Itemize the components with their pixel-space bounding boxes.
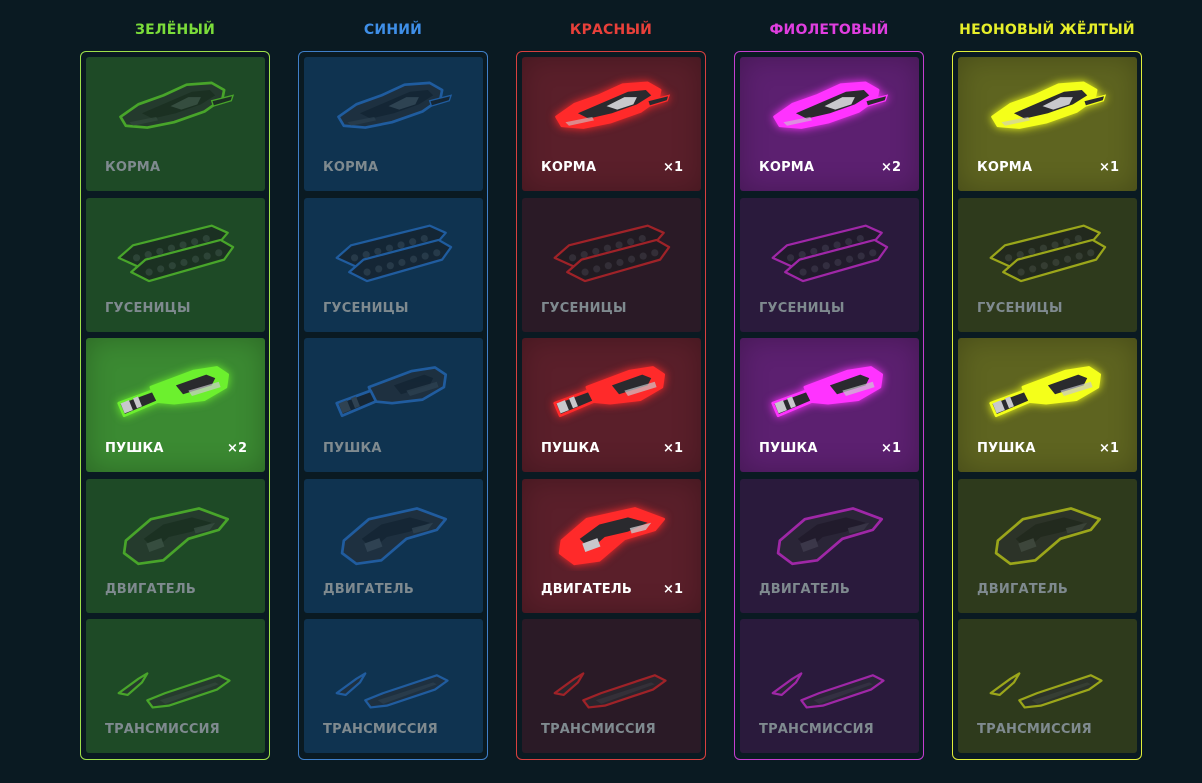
hull-icon bbox=[758, 65, 900, 149]
part-card-transmission[interactable]: ТРАНСМИССИЯ bbox=[958, 619, 1137, 753]
engine-icon bbox=[540, 487, 682, 571]
part-card-hull[interactable]: КОРМА bbox=[304, 57, 483, 191]
column-title: ЗЕЛЁНЫЙ bbox=[134, 22, 216, 38]
part-count: ×1 bbox=[663, 160, 683, 175]
part-label: ТРАНСМИССИЯ bbox=[323, 722, 438, 737]
part-count: ×2 bbox=[881, 160, 901, 175]
part-label: ПУШКА bbox=[541, 441, 600, 456]
part-card-transmission[interactable]: ТРАНСМИССИЯ bbox=[86, 619, 265, 753]
part-card-tracks[interactable]: ГУСЕНИЦЫ bbox=[522, 197, 701, 332]
gun-icon bbox=[104, 346, 246, 430]
part-count: ×2 bbox=[227, 441, 247, 456]
part-card-engine[interactable]: ДВИГАТЕЛЬ bbox=[304, 478, 483, 613]
column-title: НЕОНОВЫЙ ЖЁЛТЫЙ bbox=[959, 22, 1135, 38]
part-card-transmission[interactable]: ТРАНСМИССИЯ bbox=[304, 619, 483, 753]
part-card-tracks[interactable]: ГУСЕНИЦЫ bbox=[740, 197, 919, 332]
part-card-engine[interactable]: ДВИГАТЕЛЬ bbox=[740, 478, 919, 613]
part-card-hull[interactable]: КОРМА ×2 bbox=[740, 57, 919, 191]
hull-icon bbox=[322, 65, 464, 149]
part-count: ×1 bbox=[1099, 441, 1119, 456]
column-title: КРАСНЫЙ bbox=[569, 22, 653, 38]
part-label: ТРАНСМИССИЯ bbox=[105, 722, 220, 737]
part-label: ПУШКА bbox=[105, 441, 164, 456]
part-card-hull[interactable]: КОРМА ×1 bbox=[522, 57, 701, 191]
part-label: ГУСЕНИЦЫ bbox=[759, 300, 845, 316]
part-label: ТРАНСМИССИЯ bbox=[541, 722, 656, 737]
part-label: ПУШКА bbox=[977, 441, 1036, 456]
transmission-icon bbox=[540, 627, 682, 711]
part-label: ТРАНСМИССИЯ bbox=[977, 722, 1092, 737]
column-part-list: КОРМА ×2 ГУСЕНИЦЫ ПУШКА ×1 ДВИГАТЕЛЬ ТРАНСМИСС… bbox=[734, 51, 924, 760]
part-label: ГУСЕНИЦЫ bbox=[541, 300, 627, 316]
part-card-gun[interactable]: ПУШКА bbox=[304, 338, 483, 472]
engine-icon bbox=[322, 487, 464, 571]
column-green: ЗЕЛЁНЫЙ КОРМА ГУСЕНИЦЫ ПУШКА ×2 ДВИГАТЕЛЬ ТРАН… bbox=[80, 18, 270, 760]
hull-icon bbox=[976, 65, 1118, 149]
transmission-icon bbox=[322, 627, 464, 711]
part-label: ГУСЕНИЦЫ bbox=[323, 300, 409, 316]
engine-icon bbox=[976, 487, 1118, 571]
tracks-icon bbox=[976, 206, 1118, 290]
part-card-engine[interactable]: ДВИГАТЕЛЬ bbox=[958, 478, 1137, 613]
part-count: ×1 bbox=[663, 581, 683, 597]
part-label: ДВИГАТЕЛЬ bbox=[541, 581, 632, 597]
part-card-engine[interactable]: ДВИГАТЕЛЬ ×1 bbox=[522, 478, 701, 613]
column-blue: СИНИЙ КОРМА ГУСЕНИЦЫ ПУШКА ДВИГАТЕЛЬ ТРАНСМИС… bbox=[298, 18, 488, 760]
part-label: ДВИГАТЕЛЬ bbox=[759, 581, 850, 597]
tracks-icon bbox=[322, 206, 464, 290]
part-card-transmission[interactable]: ТРАНСМИССИЯ bbox=[740, 619, 919, 753]
part-label: КОРМА bbox=[759, 160, 815, 175]
column-red: КРАСНЫЙ КОРМА ×1 ГУСЕНИЦЫ ПУШКА ×1 ДВИГАТЕЛЬ ×1… bbox=[516, 18, 706, 760]
part-card-engine[interactable]: ДВИГАТЕЛЬ bbox=[86, 478, 265, 613]
part-card-hull[interactable]: КОРМА ×1 bbox=[958, 57, 1137, 191]
part-label: ДВИГАТЕЛЬ bbox=[977, 581, 1068, 597]
part-card-tracks[interactable]: ГУСЕНИЦЫ bbox=[304, 197, 483, 332]
part-label: ГУСЕНИЦЫ bbox=[105, 300, 191, 316]
part-card-hull[interactable]: КОРМА bbox=[86, 57, 265, 191]
part-card-gun[interactable]: ПУШКА ×2 bbox=[86, 338, 265, 472]
part-label: ДВИГАТЕЛЬ bbox=[105, 581, 196, 597]
engine-icon bbox=[758, 487, 900, 571]
column-part-list: КОРМА ГУСЕНИЦЫ ПУШКА ДВИГАТЕЛЬ ТРАНСМИССИЯ bbox=[298, 51, 488, 760]
engine-icon bbox=[104, 487, 246, 571]
part-card-tracks[interactable]: ГУСЕНИЦЫ bbox=[958, 197, 1137, 332]
column-part-list: КОРМА ×1 ГУСЕНИЦЫ ПУШКА ×1 ДВИГАТЕЛЬ ТРАНСМИСС… bbox=[952, 51, 1142, 760]
column-neon-yellow: НЕОНОВЫЙ ЖЁЛТЫЙ КОРМА ×1 ГУСЕНИЦЫ ПУШКА ×1 ДВИ… bbox=[952, 18, 1142, 760]
part-label: ПУШКА bbox=[759, 441, 818, 456]
part-label: КОРМА bbox=[105, 160, 161, 175]
part-label: КОРМА bbox=[977, 160, 1033, 175]
part-count: ×1 bbox=[663, 441, 683, 456]
part-label: КОРМА bbox=[541, 160, 597, 175]
transmission-icon bbox=[104, 627, 246, 711]
transmission-icon bbox=[976, 627, 1118, 711]
column-part-list: КОРМА ГУСЕНИЦЫ ПУШКА ×2 ДВИГАТЕЛЬ ТРАНСМИССИЯ bbox=[80, 51, 270, 760]
part-card-gun[interactable]: ПУШКА ×1 bbox=[740, 338, 919, 472]
column-purple: ФИОЛЕТОВЫЙ КОРМА ×2 ГУСЕНИЦЫ ПУШКА ×1 ДВИГАТЕЛ… bbox=[734, 18, 924, 760]
column-part-list: КОРМА ×1 ГУСЕНИЦЫ ПУШКА ×1 ДВИГАТЕЛЬ ×1 ТРАНСМИ… bbox=[516, 51, 706, 760]
gun-icon bbox=[540, 346, 682, 430]
gun-icon bbox=[976, 346, 1118, 430]
gun-icon bbox=[322, 346, 464, 430]
part-card-gun[interactable]: ПУШКА ×1 bbox=[958, 338, 1137, 472]
hull-icon bbox=[104, 65, 246, 149]
part-label: ГУСЕНИЦЫ bbox=[977, 300, 1063, 316]
part-card-transmission[interactable]: ТРАНСМИССИЯ bbox=[522, 619, 701, 753]
part-label: КОРМА bbox=[323, 160, 379, 175]
column-title: ФИОЛЕТОВЫЙ bbox=[769, 22, 889, 38]
tracks-icon bbox=[540, 206, 682, 290]
part-label: ПУШКА bbox=[323, 441, 382, 456]
part-label: ДВИГАТЕЛЬ bbox=[323, 581, 414, 597]
hull-icon bbox=[540, 65, 682, 149]
part-count: ×1 bbox=[881, 441, 901, 456]
tracks-icon bbox=[104, 206, 246, 290]
gun-icon bbox=[758, 346, 900, 430]
part-card-gun[interactable]: ПУШКА ×1 bbox=[522, 338, 701, 472]
transmission-icon bbox=[758, 627, 900, 711]
tracks-icon bbox=[758, 206, 900, 290]
part-count: ×1 bbox=[1099, 160, 1119, 175]
part-card-tracks[interactable]: ГУСЕНИЦЫ bbox=[86, 197, 265, 332]
column-title: СИНИЙ bbox=[363, 22, 423, 38]
part-label: ТРАНСМИССИЯ bbox=[759, 722, 874, 737]
